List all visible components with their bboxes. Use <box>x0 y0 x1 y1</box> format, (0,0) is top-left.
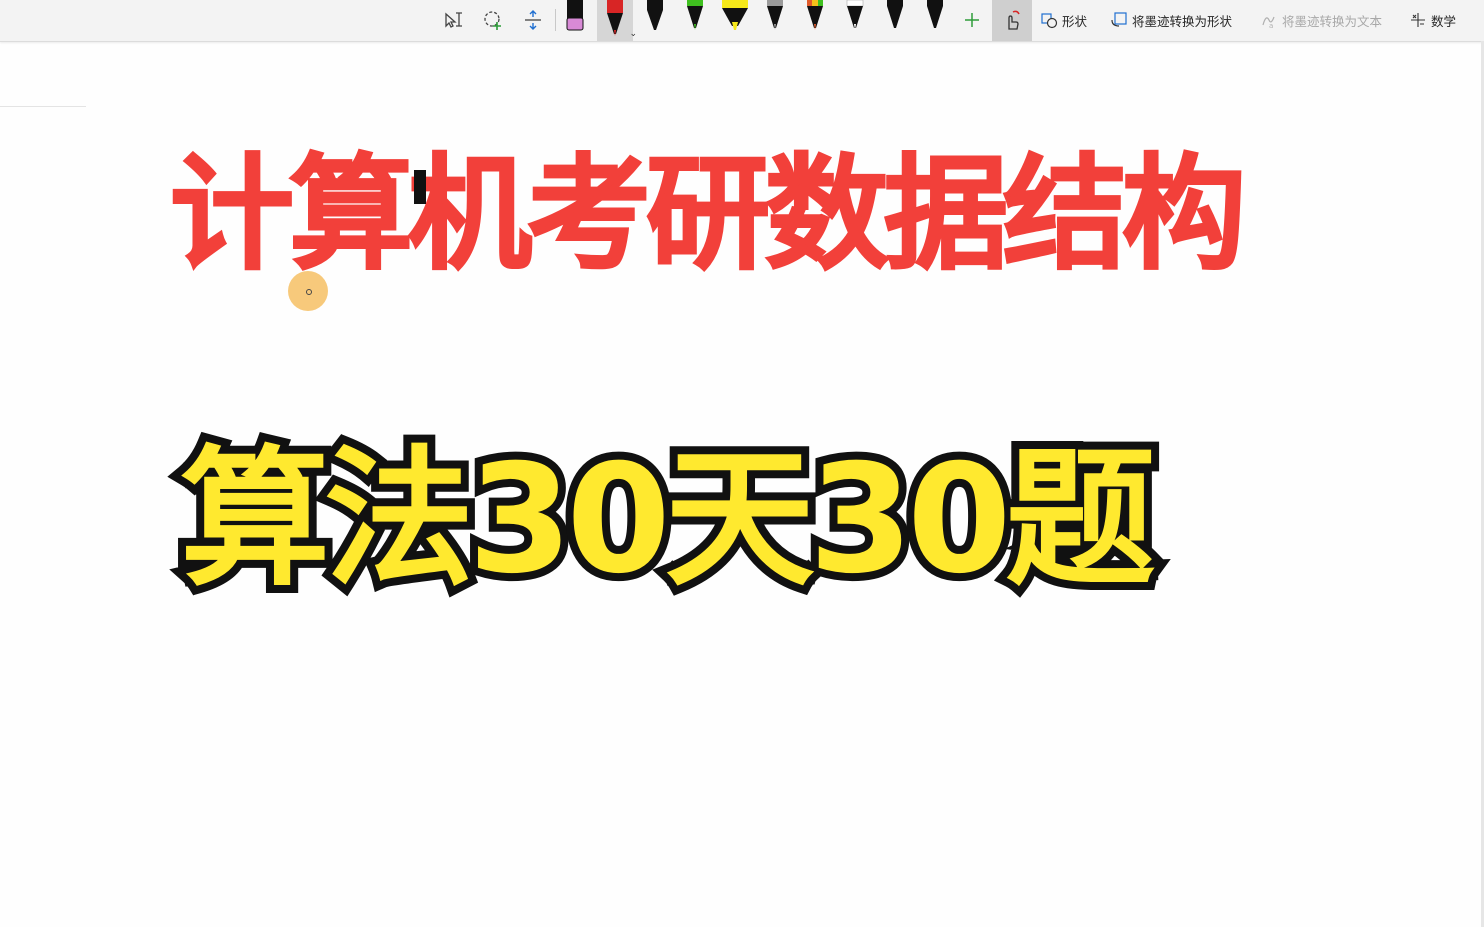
pen-cursor-indicator <box>288 271 328 311</box>
highlighter-yellow[interactable] <box>720 0 750 41</box>
add-pen-icon[interactable] <box>960 8 984 32</box>
shape-button[interactable]: 形状 <box>1040 9 1087 31</box>
toolbar-separator <box>555 9 556 31</box>
shapes-icon <box>1041 13 1058 29</box>
shape-label: 形状 <box>1062 13 1088 29</box>
page-title: 计算机考研数据结构 <box>169 142 1247 288</box>
ink-stroke-fragment <box>414 170 426 204</box>
pen-black-2[interactable] <box>880 0 910 41</box>
pen-red[interactable]: ⌄ <box>597 0 637 41</box>
drawing-toolbar: ⌄ 形状 将墨迹转换为形状 a 将墨迹转换为文本 数学 <box>0 0 1484 42</box>
svg-text:a: a <box>1269 22 1273 29</box>
hand-draw-icon <box>1008 10 1020 30</box>
ink-to-text-button[interactable]: a 将墨迹转换为文本 <box>1260 9 1382 31</box>
pen-black-3[interactable] <box>920 0 950 41</box>
add-space-icon[interactable] <box>521 8 545 32</box>
page-divider-line <box>0 106 86 107</box>
pen-green[interactable] <box>680 0 710 41</box>
ink-to-text-label: 将墨迹转换为文本 <box>1282 13 1383 29</box>
lasso-select-icon[interactable] <box>481 8 505 32</box>
math-icon <box>1411 13 1425 27</box>
math-label: 数学 <box>1431 13 1457 29</box>
pen-black[interactable] <box>640 0 670 41</box>
pen-white[interactable] <box>840 0 870 41</box>
pen-black-pink[interactable] <box>561 0 591 41</box>
chevron-down-icon[interactable]: ⌄ <box>629 29 637 39</box>
pen-rainbow[interactable] <box>800 0 830 41</box>
ink-to-shape-icon <box>1111 12 1127 27</box>
ink-to-text-icon: a <box>1262 16 1275 29</box>
pen-cursor-center <box>306 289 312 295</box>
touch-draw-button[interactable] <box>992 0 1032 41</box>
page-subtitle: 算法30天30题 <box>172 425 1163 615</box>
ink-to-shape-button[interactable]: 将墨迹转换为形状 <box>1110 9 1232 31</box>
ink-to-shape-label: 将墨迹转换为形状 <box>1132 13 1233 29</box>
pencil-gray[interactable] <box>760 0 790 41</box>
math-button[interactable]: 数学 <box>1409 9 1456 31</box>
lasso-select-text-icon[interactable] <box>441 8 465 32</box>
